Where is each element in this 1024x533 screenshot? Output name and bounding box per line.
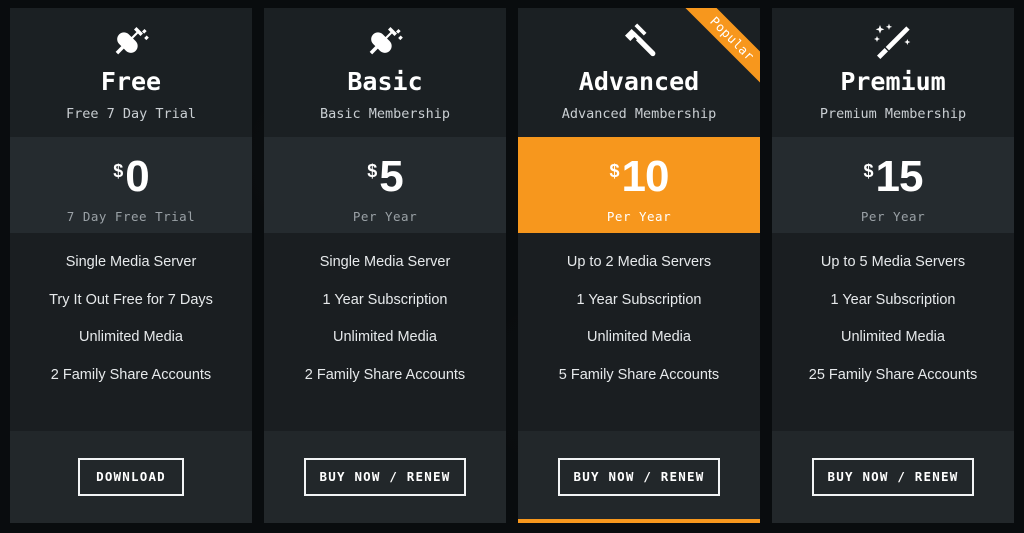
list-item: Up to 5 Media Servers xyxy=(820,254,966,270)
plan-feature-list: Single Media Server Try It Out Free for … xyxy=(10,233,252,431)
buy-now-renew-button[interactable]: BUY NOW / RENEW xyxy=(811,457,975,497)
popular-ribbon-label: Popular xyxy=(678,8,760,93)
list-item: Up to 2 Media Servers xyxy=(566,254,712,270)
popular-ribbon: Popular xyxy=(674,8,760,94)
list-item: Unlimited Media xyxy=(79,329,183,345)
power-plug-icon xyxy=(20,22,242,64)
list-item: 25 Family Share Accounts xyxy=(808,366,978,383)
price-amount: 10 xyxy=(621,152,670,201)
pricing-plan-deck: Free Free 7 Day Trial $ 0 7 Day Free Tri… xyxy=(0,0,1024,533)
price-period: Per Year xyxy=(860,209,926,224)
price-period: Per Year xyxy=(606,209,672,224)
plan-price-block: $ 0 7 Day Free Trial xyxy=(10,137,252,233)
plan-title: Premium xyxy=(840,67,946,96)
currency-symbol: $ xyxy=(367,161,378,181)
list-item: Unlimited Media xyxy=(841,329,945,345)
price-amount: 15 xyxy=(875,152,924,201)
price-period: Per Year xyxy=(352,209,418,224)
card-footer: BUY NOW / RENEW xyxy=(264,431,506,523)
buy-now-renew-button[interactable]: BUY NOW / RENEW xyxy=(303,457,467,497)
list-item: Unlimited Media xyxy=(333,329,437,345)
plan-feature-list: Up to 5 Media Servers 1 Year Subscriptio… xyxy=(772,233,1014,431)
currency-symbol: $ xyxy=(609,161,620,181)
list-item: 5 Family Share Accounts xyxy=(558,366,720,383)
plan-feature-list: Up to 2 Media Servers 1 Year Subscriptio… xyxy=(518,233,760,431)
price-row: $ 15 xyxy=(772,155,1014,199)
plan-price-block: $ 5 Per Year xyxy=(264,137,506,233)
plan-price-block: $ 15 Per Year xyxy=(772,137,1014,233)
card-header: Popular Advanced Advanced Membership xyxy=(518,8,760,137)
price-row: $ 5 xyxy=(264,155,506,199)
list-item: 1 Year Subscription xyxy=(830,291,956,308)
pricing-card-basic[interactable]: Basic Basic Membership $ 5 Per Year Sing… xyxy=(264,8,506,523)
featured-accent-bar xyxy=(518,519,760,523)
price-amount: 5 xyxy=(379,152,404,201)
list-item: 1 Year Subscription xyxy=(322,291,448,308)
plan-subtitle: Basic Membership xyxy=(319,105,451,122)
card-header: Premium Premium Membership xyxy=(772,8,1014,137)
card-header: Free Free 7 Day Trial xyxy=(10,8,252,137)
price-amount: 0 xyxy=(125,152,150,201)
buy-now-renew-button[interactable]: BUY NOW / RENEW xyxy=(557,457,721,497)
plan-subtitle: Advanced Membership xyxy=(561,105,717,122)
pricing-card-premium[interactable]: Premium Premium Membership $ 15 Per Year… xyxy=(772,8,1014,523)
plan-subtitle: Premium Membership xyxy=(819,105,967,122)
price-row: $ 10 xyxy=(518,155,760,199)
currency-symbol: $ xyxy=(113,161,124,181)
plan-price-block: $ 10 Per Year xyxy=(518,137,760,233)
plan-feature-list: Single Media Server 1 Year Subscription … xyxy=(264,233,506,431)
price-period: 7 Day Free Trial xyxy=(66,209,196,224)
magic-wand-icon xyxy=(782,22,1004,64)
list-item: Single Media Server xyxy=(319,254,451,270)
list-item: 1 Year Subscription xyxy=(576,291,702,308)
list-item: Try It Out Free for 7 Days xyxy=(49,291,213,308)
plan-title: Free xyxy=(100,67,162,96)
card-footer: DOWNLOAD xyxy=(10,431,252,523)
list-item: Single Media Server xyxy=(65,254,197,270)
pricing-card-free[interactable]: Free Free 7 Day Trial $ 0 7 Day Free Tri… xyxy=(10,8,252,523)
power-plug-icon xyxy=(274,22,496,64)
plan-subtitle: Free 7 Day Trial xyxy=(65,105,197,122)
plan-title: Basic xyxy=(347,67,423,96)
price-row: $ 0 xyxy=(10,155,252,199)
list-item: 2 Family Share Accounts xyxy=(50,366,212,383)
download-button[interactable]: DOWNLOAD xyxy=(78,457,184,497)
card-footer: BUY NOW / RENEW xyxy=(772,431,1014,523)
list-item: 2 Family Share Accounts xyxy=(304,366,466,383)
currency-symbol: $ xyxy=(863,161,874,181)
list-item: Unlimited Media xyxy=(587,329,691,345)
card-header: Basic Basic Membership xyxy=(264,8,506,137)
pricing-card-advanced[interactable]: Popular Advanced Advanced Membership $ 1… xyxy=(518,8,760,523)
card-footer: BUY NOW / RENEW xyxy=(518,431,760,523)
